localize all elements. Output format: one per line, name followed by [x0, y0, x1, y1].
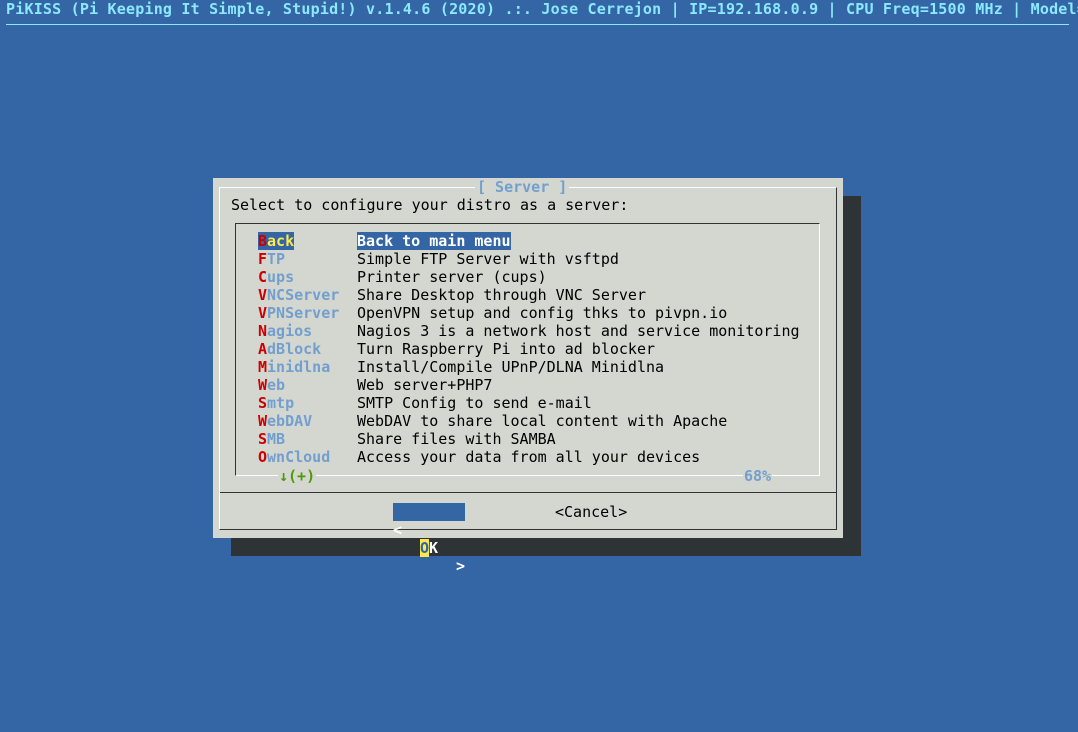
menu-item-tag: AdBlock [258, 340, 322, 358]
menu-item-minidlna[interactable]: Minidlna Install/Compile UPnP/DLNA Minid… [258, 358, 818, 376]
menu-item-cups[interactable]: Cups Printer server (cups) [258, 268, 818, 286]
menu-item-desc: Printer server (cups) [357, 268, 547, 286]
menu-item-smb[interactable]: SMB Share files with SAMBA [258, 430, 818, 448]
menu-item-web[interactable]: Web Web server+PHP7 [258, 376, 818, 394]
menu-item-desc: SMTP Config to send e-mail [357, 394, 592, 412]
scroll-down-indicator: ↓(+) [278, 467, 317, 485]
button-separator [220, 492, 837, 493]
scroll-percent: 68% [743, 467, 773, 485]
ok-button[interactable]: < OK > [393, 503, 465, 575]
menu-item-tag: Back [258, 232, 295, 250]
menu-item-desc: Nagios 3 is a network host and service m… [357, 322, 800, 340]
menu-item-tag: VPNServer [258, 304, 340, 322]
menu-item-tag: Cups [258, 268, 295, 286]
menu-item-tag: SMB [258, 430, 286, 448]
menu-item-desc: OpenVPN setup and config thks to pivpn.i… [357, 304, 728, 322]
header-rule [6, 24, 1069, 25]
menu-item-tag: Smtp [258, 394, 295, 412]
menu-item-desc: Simple FTP Server with vsftpd [357, 250, 619, 268]
server-dialog: [ Server ] Select to configure your dist… [213, 178, 843, 575]
menu-item-ftp[interactable]: FTP Simple FTP Server with vsftpd [258, 250, 818, 268]
menu-item-tag: OwnCloud [258, 448, 331, 466]
menu-item-desc: Back to main menu [357, 232, 511, 250]
menu-item-desc: Share Desktop through VNC Server [357, 286, 646, 304]
menu-item-adblock[interactable]: AdBlock Turn Raspberry Pi into ad blocke… [258, 340, 818, 358]
dialog-prompt: Select to configure your distro as a ser… [231, 196, 629, 214]
menu-item-tag: VNCServer [258, 286, 340, 304]
menu-item-vpnserver[interactable]: VPNServer OpenVPN setup and config thks … [258, 304, 818, 322]
menu-item-tag: Nagios [258, 322, 313, 340]
menu-item-desc: Web server+PHP7 [357, 376, 493, 394]
dialog-title: [ Server ] [475, 178, 570, 196]
menu-item-desc: Turn Raspberry Pi into ad blocker [357, 340, 656, 358]
menu-item-smtp[interactable]: Smtp SMTP Config to send e-mail [258, 394, 818, 412]
menu-item-tag: Minidlna [258, 358, 331, 376]
cancel-button[interactable]: <Cancel> [555, 503, 627, 521]
menu-item-tag: FTP [258, 250, 286, 268]
menu-item-tag: WebDAV [258, 412, 313, 430]
menu-item-webdav[interactable]: WebDAV WebDAV to share local content wit… [258, 412, 818, 430]
menu-item-back[interactable]: Back Back to main menu [258, 232, 818, 250]
menu-item-tag: Web [258, 376, 286, 394]
menu-item-desc: Install/Compile UPnP/DLNA Minidlna [357, 358, 665, 376]
menu-item-nagios[interactable]: Nagios Nagios 3 is a network host and se… [258, 322, 818, 340]
menu-item-desc: Share files with SAMBA [357, 430, 556, 448]
menu-item-owncloud[interactable]: OwnCloud Access your data from all your … [258, 448, 818, 466]
menu-item-desc: WebDAV to share local content with Apach… [357, 412, 728, 430]
menu-item-vncserver[interactable]: VNCServer Share Desktop through VNC Serv… [258, 286, 818, 304]
header-status-line: PiKISS (Pi Keeping It Simple, Stupid!) v… [6, 0, 1078, 18]
menu-item-desc: Access your data from all your devices [357, 448, 701, 466]
